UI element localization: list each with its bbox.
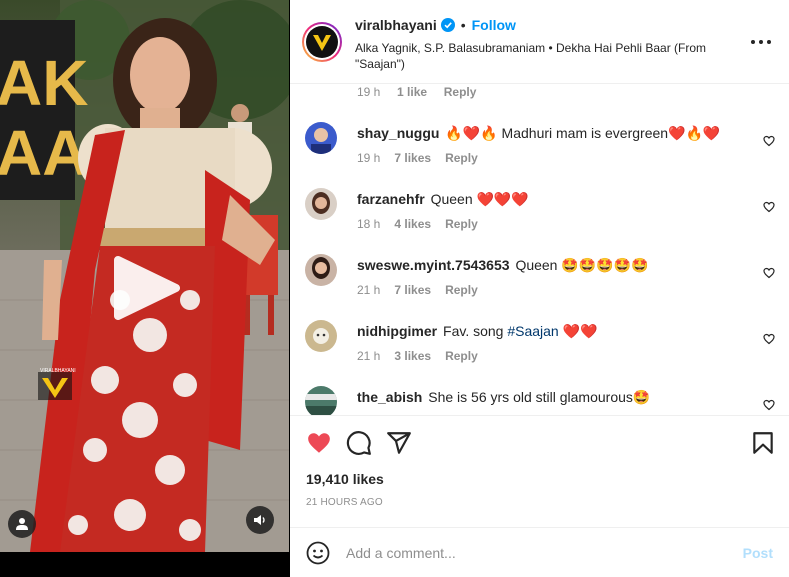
like-comment-heart-icon[interactable]: [763, 267, 775, 279]
reply-button[interactable]: Reply: [444, 85, 477, 99]
comments-list[interactable]: 19 h 1 like Reply shay_nuggu 🔥❤️🔥 Madhur…: [290, 85, 789, 415]
likes-count[interactable]: 19,410 likes: [306, 471, 384, 487]
post-video[interactable]: AK AA VIRALBHAYANI: [0, 0, 289, 577]
mute-button[interactable]: [246, 506, 274, 534]
comment-username[interactable]: shay_nuggu: [357, 125, 439, 141]
comment-likes[interactable]: 3 likes: [394, 349, 431, 363]
reply-button[interactable]: Reply: [445, 283, 478, 297]
like-comment-heart-icon[interactable]: [763, 201, 775, 213]
tagged-users-button[interactable]: [8, 510, 36, 538]
like-comment-heart-icon[interactable]: [763, 333, 775, 345]
verified-badge-icon: [440, 18, 455, 32]
user-icon: [16, 518, 28, 530]
like-comment-heart-icon[interactable]: [763, 399, 775, 411]
comment-text: 🔥❤️🔥 Madhuri mam is evergreen❤️🔥❤️: [445, 125, 721, 141]
reply-button[interactable]: Reply: [445, 217, 478, 231]
comment-likes[interactable]: 7 likes: [394, 151, 431, 165]
play-icon: [114, 256, 180, 320]
svg-text:AA: AA: [0, 117, 88, 189]
comment-avatar[interactable]: [305, 320, 337, 352]
comment-time: 19 h: [357, 151, 381, 165]
post-side-panel: viralbhayani • Follow Alka Yagnik, S.P. …: [290, 0, 789, 577]
comment-avatar[interactable]: [305, 122, 337, 154]
watermark-text: VIRALBHAYANI: [40, 368, 76, 374]
comment-avatar[interactable]: [305, 386, 337, 415]
comment-text: Fav. song: [443, 323, 508, 339]
volume-icon: [254, 515, 265, 525]
comment-item: farzanehfr Queen ❤️❤️❤️ 18 h 4 likes Rep…: [290, 188, 789, 254]
emoji-icon[interactable]: [306, 541, 330, 565]
svg-text:AK: AK: [0, 47, 88, 119]
reply-button[interactable]: Reply: [445, 151, 478, 165]
like-heart-icon[interactable]: [306, 430, 332, 456]
comment-text: Queen 🤩🤩🤩🤩🤩: [515, 257, 649, 273]
post-comment-button[interactable]: Post: [743, 545, 773, 561]
comment-avatar[interactable]: [305, 188, 337, 220]
author-avatar[interactable]: [302, 22, 342, 62]
comment-username[interactable]: nidhipgimer: [357, 323, 437, 339]
post-timestamp[interactable]: 21 HOURS AGO: [306, 497, 383, 508]
comment-likes[interactable]: 7 likes: [394, 283, 431, 297]
like-comment-heart-icon[interactable]: [763, 135, 775, 147]
comment-text: Queen ❤️❤️❤️: [430, 191, 529, 207]
comment-item: nidhipgimer Fav. song #Saajan ❤️❤️ 21 h …: [290, 320, 789, 386]
hashtag-link[interactable]: #Saajan: [507, 323, 558, 339]
comment-item: shay_nuggu 🔥❤️🔥 Madhuri mam is evergreen…: [290, 122, 789, 188]
comment-username[interactable]: sweswe.myint.7543653: [357, 257, 510, 273]
comment-likes[interactable]: 1 like: [397, 85, 427, 99]
add-comment-input[interactable]: [346, 540, 726, 566]
comment-time: 21 h: [357, 283, 381, 297]
comment-item: the_abish She is 56 yrs old still glamou…: [290, 386, 789, 415]
comment-time: 21 h: [357, 349, 381, 363]
separator-dot: •: [460, 17, 466, 33]
post-actions: 19,410 likes 21 HOURS AGO: [290, 415, 789, 527]
comment-username[interactable]: farzanehfr: [357, 191, 425, 207]
comment-icon[interactable]: [346, 430, 372, 456]
viralbhayani-logo-icon: [313, 35, 331, 51]
author-username[interactable]: viralbhayani: [355, 17, 437, 33]
add-comment-bar: Post: [290, 527, 789, 577]
follow-button[interactable]: Follow: [472, 17, 516, 33]
reply-button[interactable]: Reply: [445, 349, 478, 363]
comment-item: sweswe.myint.7543653 Queen 🤩🤩🤩🤩🤩 21 h 7 …: [290, 254, 789, 320]
audio-track-link[interactable]: Alka Yagnik, S.P. Balasubramaniam • Dekh…: [355, 40, 725, 72]
comment-text: She is 56 yrs old still glamourous🤩: [428, 389, 651, 405]
more-options-button[interactable]: [751, 34, 771, 50]
save-bookmark-icon[interactable]: [750, 430, 776, 456]
post-header: viralbhayani • Follow Alka Yagnik, S.P. …: [290, 0, 789, 84]
comment-time: 18 h: [357, 217, 381, 231]
comment-likes[interactable]: 4 likes: [394, 217, 431, 231]
instagram-post-viewer: AK AA VIRALBHAYANI viralbhayani • Follow…: [0, 0, 789, 577]
play-button[interactable]: [110, 256, 180, 320]
share-icon[interactable]: [386, 430, 412, 456]
more-options-icon: [751, 40, 755, 44]
previous-comment-meta: 19 h 1 like Reply: [357, 85, 476, 99]
comment-time: 19 h: [357, 85, 381, 99]
comment-text-tail: ❤️❤️: [558, 323, 598, 339]
comment-avatar[interactable]: [305, 254, 337, 286]
comment-username[interactable]: the_abish: [357, 389, 422, 405]
